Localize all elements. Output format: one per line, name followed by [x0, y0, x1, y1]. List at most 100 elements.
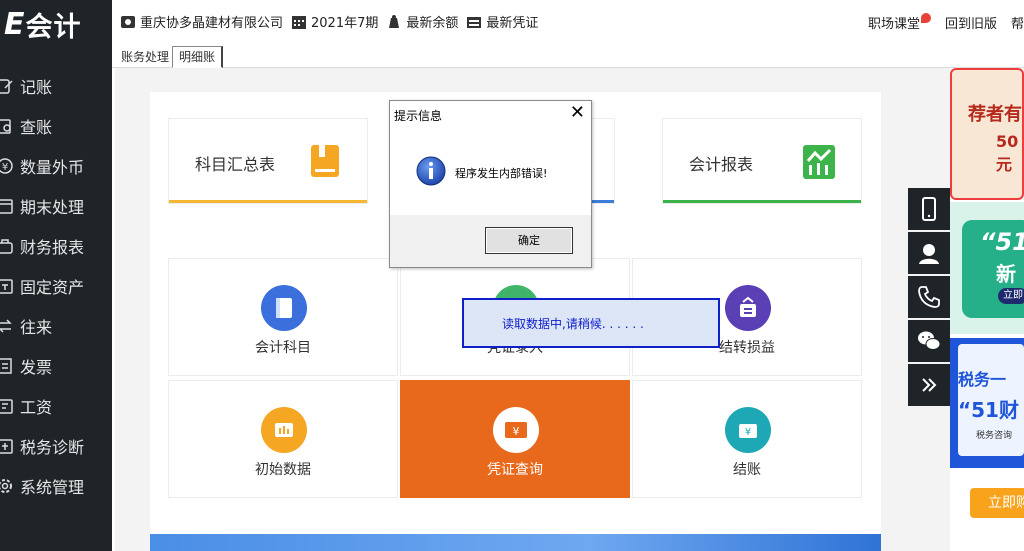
- logo-e: E: [4, 6, 24, 42]
- ad-tax[interactable]: 税务一 “51财 税务咨询: [950, 338, 1024, 468]
- svg-text:¥: ¥: [745, 427, 751, 438]
- company-selector[interactable]: 重庆协多晶建材有限公司: [120, 12, 283, 31]
- hot-badge-icon: [920, 13, 931, 23]
- svg-text:¥: ¥: [513, 425, 520, 438]
- edit-icon: [0, 77, 14, 95]
- tab-accounting[interactable]: 账务处理: [114, 46, 176, 68]
- ad-text: “51: [980, 228, 1024, 256]
- sidebar-item-salary[interactable]: 工资: [0, 386, 112, 426]
- sidebar-item-jizhang[interactable]: 记账: [0, 66, 112, 106]
- ad-text: 新: [996, 262, 1016, 286]
- card-label: 会计报表: [689, 155, 754, 174]
- buy-now-button[interactable]: 立即购: [970, 488, 1024, 518]
- sidebar-item-label: 财务报表: [20, 238, 85, 257]
- latest-voucher-label: 最新凭证: [486, 16, 539, 31]
- sidebar-item-chazhang[interactable]: 查账: [0, 106, 112, 146]
- sidebar-item-reports[interactable]: 财务报表: [0, 226, 112, 266]
- ok-button[interactable]: 确定: [485, 227, 573, 254]
- close-icon[interactable]: ✕: [570, 103, 585, 123]
- sidebar: E 会计 记账 查账 ¥ 数量外币 期末处理 财务报表 固定资产 往来 发票 工…: [0, 0, 112, 551]
- sidebar-item-label: 工资: [20, 398, 53, 417]
- card-accounting-reports[interactable]: 会计报表: [662, 118, 862, 204]
- exchange-icon: [0, 317, 14, 335]
- salary-icon: [0, 397, 14, 415]
- support-button[interactable]: [908, 232, 950, 274]
- mobile-button[interactable]: [908, 188, 950, 230]
- voucher-icon: [467, 16, 482, 28]
- ad-text: 荐者有: [968, 104, 1022, 125]
- tile-initial-data[interactable]: 初始数据: [168, 380, 398, 498]
- class-link-label: 职场课堂: [867, 17, 920, 32]
- tile-label: 凭证查询: [487, 462, 543, 478]
- sidebar-item-label: 期末处理: [20, 198, 85, 217]
- latest-balance-label: 最新余额: [406, 16, 459, 31]
- svg-text:¥: ¥: [2, 162, 8, 173]
- sidebar-item-fixed-assets[interactable]: 固定资产: [0, 266, 112, 306]
- calendar-icon: [292, 15, 307, 29]
- book-icon: [0, 117, 14, 135]
- tile-close-account[interactable]: ¥ 结账: [632, 380, 862, 498]
- app-logo[interactable]: E 会计: [4, 6, 82, 43]
- collapse-button[interactable]: [908, 364, 950, 406]
- card-label: 科目汇总表: [195, 155, 276, 174]
- wechat-icon: [918, 331, 941, 350]
- ad-referral[interactable]: 荐者有 50元: [950, 68, 1024, 200]
- dialog-body: 程序发生内部错误!: [390, 127, 591, 215]
- tab-detail-ledger[interactable]: 明细账: [172, 46, 224, 68]
- asset-icon: [0, 277, 14, 295]
- tile-label: 会计科目: [255, 340, 311, 356]
- top-right-links: 职场课堂 回到旧版 帮: [840, 13, 1024, 32]
- tax-icon: [0, 437, 14, 455]
- sidebar-item-label: 固定资产: [20, 278, 85, 297]
- top-bar: 重庆协多晶建材有限公司 2021年7期 最新余额 最新凭证 职场课堂 回到旧版 …: [112, 0, 1024, 44]
- card-account-summary[interactable]: 科目汇总表: [168, 118, 368, 204]
- dialog-message: 程序发生内部错误!: [455, 167, 548, 180]
- money-bag-icon: [389, 14, 400, 28]
- invoice-icon: [0, 357, 14, 375]
- tile-accounting-subjects[interactable]: 会计科目: [168, 258, 398, 376]
- logo-text: 会计: [25, 11, 82, 43]
- info-icon: [416, 156, 446, 186]
- class-link[interactable]: 职场课堂: [854, 13, 931, 32]
- company-icon: [121, 15, 135, 28]
- phone-button[interactable]: [908, 276, 950, 318]
- loading-indicator: 读取数据中,请稍候. . . . . .: [462, 298, 720, 348]
- report-chart-icon: [803, 145, 835, 179]
- sidebar-item-tax-diagnosis[interactable]: 税务诊断: [0, 426, 112, 466]
- sidebar-item-label: 数量外币: [20, 158, 85, 177]
- sidebar-item-label: 税务诊断: [20, 438, 85, 457]
- wechat-button[interactable]: [908, 320, 950, 362]
- sidebar-item-label: 查账: [20, 118, 53, 137]
- ad-text: 税务咨询: [976, 431, 1013, 441]
- latest-voucher-link[interactable]: 最新凭证: [466, 12, 538, 31]
- old-version-link[interactable]: 回到旧版: [945, 13, 997, 32]
- sidebar-item-quantity-currency[interactable]: ¥ 数量外币: [0, 146, 112, 186]
- dialog-title: 提示信息: [394, 109, 443, 123]
- floating-toolbar: [908, 188, 950, 408]
- mobile-phone-icon: [922, 197, 936, 221]
- sidebar-item-period-end[interactable]: 期末处理: [0, 186, 112, 226]
- calendar-icon: [0, 197, 14, 215]
- gear-icon: [0, 477, 14, 495]
- sidebar-item-wanglai[interactable]: 往来: [0, 306, 112, 346]
- ad-column: 荐者有 50元 “51 新 立即 税务一 “51财 税务咨询 立即购: [950, 68, 1024, 551]
- sidebar-item-system[interactable]: 系统管理: [0, 466, 112, 506]
- headset-icon: [919, 244, 939, 264]
- message-dialog: 提示信息 ✕ 程序发生内部错误! 确定: [389, 100, 592, 268]
- yen-icon: ¥: [0, 157, 14, 175]
- ad-text: 税务一: [958, 370, 1007, 389]
- sidebar-nav: 记账 查账 ¥ 数量外币 期末处理 财务报表 固定资产 往来 发票 工资 税务诊…: [0, 66, 112, 506]
- sidebar-item-invoice[interactable]: 发票: [0, 346, 112, 386]
- sidebar-item-label: 往来: [20, 318, 53, 337]
- ad-51-new[interactable]: “51 新 立即: [950, 202, 1024, 334]
- period-selector[interactable]: 2021年7期: [291, 12, 378, 31]
- bottom-banner[interactable]: [150, 534, 881, 551]
- initial-data-icon: [261, 407, 307, 453]
- help-link[interactable]: 帮: [1011, 13, 1024, 32]
- tile-voucher-query[interactable]: ¥ 凭证查询: [400, 380, 630, 498]
- tile-label: 结账: [733, 462, 761, 478]
- sidebar-item-label: 记账: [20, 78, 53, 97]
- context-bar: 重庆协多晶建材有限公司 2021年7期 最新余额 最新凭证: [120, 12, 546, 31]
- double-chevron-right-icon: [922, 378, 937, 392]
- latest-balance-link[interactable]: 最新余额: [386, 12, 458, 31]
